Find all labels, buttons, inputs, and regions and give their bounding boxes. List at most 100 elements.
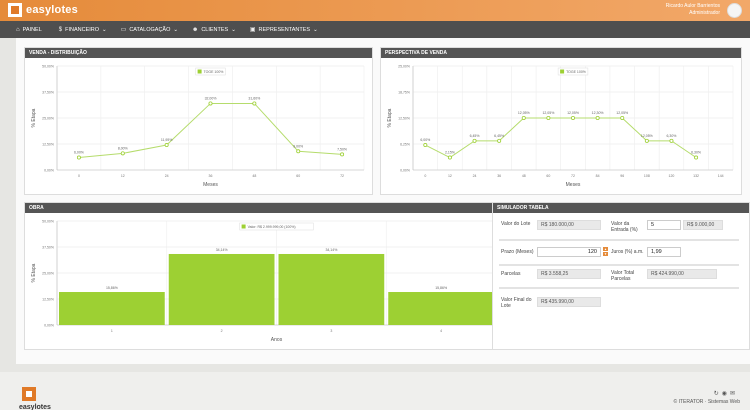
data-point bbox=[164, 143, 169, 148]
avatar[interactable] bbox=[727, 3, 742, 18]
x-tick-label: 12 bbox=[448, 174, 452, 178]
prazo-down-button[interactable]: ▼ bbox=[603, 252, 608, 256]
data-label: 31,60% bbox=[248, 96, 260, 100]
juros-input[interactable]: 1,99 bbox=[647, 247, 681, 257]
juros-label: Juros (%) a.m. bbox=[611, 249, 644, 255]
simulador-panel: SIMULADOR TABELA Valor do Lote R$ 180.00… bbox=[492, 202, 750, 350]
logo-icon bbox=[8, 3, 22, 17]
data-label: 34,14% bbox=[216, 248, 228, 252]
data-label: 6,30% bbox=[666, 134, 676, 138]
y-axis-label: % Etapa bbox=[31, 263, 37, 282]
user-info[interactable]: Ricardo Aulor Barrientos Administrador bbox=[666, 3, 720, 17]
data-point bbox=[252, 101, 257, 106]
y-axis-label: % Etapa bbox=[387, 108, 393, 127]
y-tick-label: 6,25% bbox=[400, 143, 410, 147]
valor-entrada-input[interactable]: 5 bbox=[647, 220, 681, 230]
footer-logo-icon bbox=[22, 387, 36, 401]
data-label: 15,86% bbox=[435, 286, 447, 290]
book-icon: ▭ bbox=[120, 27, 127, 33]
data-point bbox=[546, 116, 551, 121]
x-tick-label: 36 bbox=[497, 174, 501, 178]
x-tick-label: 24 bbox=[473, 174, 477, 178]
nav-item-0[interactable]: ⌂ PAINEL bbox=[16, 27, 45, 33]
y-tick-label: 0,00% bbox=[400, 169, 410, 173]
nav-item-label: FINANCEIRO bbox=[65, 26, 100, 33]
perspectiva-panel: PERSPECTIVA DE VENDA 0,00% 6,25% 12,50% 18,… bbox=[380, 47, 742, 195]
brand-logo[interactable]: easylotes bbox=[8, 3, 78, 17]
data-point bbox=[472, 138, 477, 143]
x-tick-label: 96 bbox=[620, 174, 624, 178]
user-name: Ricardo Aulor Barrientos bbox=[665, 3, 720, 9]
divider bbox=[499, 287, 739, 289]
data-point bbox=[620, 116, 625, 121]
data-label: 7,50% bbox=[337, 147, 347, 151]
x-tick-label: 132 bbox=[693, 174, 699, 178]
valor-total-value: R$ 424.990,00 bbox=[647, 269, 717, 279]
x-tick-label: 24 bbox=[165, 174, 169, 178]
nav-item-2[interactable]: ▭ CATALOGAÇÃO ⌄ bbox=[120, 26, 178, 34]
y-tick-label: 25,00% bbox=[42, 117, 54, 121]
data-point bbox=[120, 151, 125, 156]
valor-final-value: R$ 435.990,00 bbox=[537, 297, 601, 307]
data-point bbox=[340, 152, 345, 157]
nav-item-label: PAINEL bbox=[22, 26, 42, 33]
nav-item-3[interactable]: ☻ CLIENTES ⌄ bbox=[192, 27, 236, 33]
data-label: 32,00% bbox=[205, 96, 217, 100]
x-tick-label: 72 bbox=[340, 174, 344, 178]
nav-item-1[interactable]: $ FINANCEIRO ⌄ bbox=[59, 27, 107, 33]
nav-item-4[interactable]: ▣ REPRESENTANTES ⌄ bbox=[249, 26, 318, 34]
data-point bbox=[76, 155, 81, 160]
data-point bbox=[296, 149, 301, 154]
data-point bbox=[521, 116, 526, 121]
nav-item-label: CATALOGAÇÃO bbox=[129, 26, 171, 33]
prazo-label: Prazo (Meses) bbox=[501, 249, 534, 255]
legend-label: TOGE 100% bbox=[566, 70, 586, 74]
data-label: 6,45% bbox=[494, 134, 504, 138]
x-tick-label: 2 bbox=[221, 329, 223, 333]
prazo-input[interactable]: 120 bbox=[537, 247, 601, 257]
footer-brand: easylotes bbox=[19, 404, 51, 410]
bar bbox=[168, 253, 275, 325]
valor-entrada-label: Valor da Entrada (%) bbox=[611, 221, 638, 233]
data-label: 6,00% bbox=[74, 151, 84, 155]
refresh-icon[interactable]: ↻ bbox=[714, 391, 722, 397]
bar bbox=[59, 292, 165, 325]
y-axis-label: % Etapa bbox=[31, 108, 37, 127]
x-tick-label: 60 bbox=[296, 174, 300, 178]
data-label: 11,95% bbox=[161, 138, 173, 142]
y-tick-label: 50,00% bbox=[42, 65, 54, 69]
data-label: 6,30% bbox=[691, 151, 701, 155]
home-icon: ⌂ bbox=[16, 26, 20, 33]
parcelas-value: R$ 3.558,25 bbox=[537, 269, 601, 279]
data-label: 6,00% bbox=[420, 138, 430, 142]
data-label: 9,00% bbox=[293, 144, 303, 148]
data-point bbox=[644, 138, 649, 143]
obra-chart: 0,00% 12,50% 25,00% 37,50% 50,00% % Etapa Anos… bbox=[31, 220, 497, 343]
x-tick-label: 48 bbox=[252, 174, 256, 178]
y-tick-label: 25,00% bbox=[398, 65, 410, 69]
briefcase-icon: ▣ bbox=[249, 27, 256, 33]
data-label: 12,30% bbox=[592, 111, 604, 115]
github-icon[interactable]: ◉ bbox=[722, 391, 730, 397]
panel-title: PERSPECTIVA DE VENDA bbox=[381, 48, 741, 58]
divider bbox=[499, 264, 739, 266]
users-icon: ☻ bbox=[192, 26, 199, 33]
data-point bbox=[694, 155, 699, 160]
prazo-up-button[interactable]: ▲ bbox=[603, 247, 608, 251]
x-tick-label: 120 bbox=[669, 174, 675, 178]
panel-title: VENDA - DISTRIBUIÇÃO bbox=[25, 48, 372, 58]
brand-name: easylotes bbox=[26, 4, 78, 16]
mail-icon[interactable]: ✉ bbox=[730, 391, 738, 397]
top-bar: easylotes Ricardo Aulor Barrientos Admin… bbox=[0, 0, 750, 21]
y-tick-label: 0,00% bbox=[44, 169, 54, 173]
x-axis-label: Meses bbox=[566, 182, 581, 188]
data-label: 12,05% bbox=[616, 111, 628, 115]
x-axis-label: Anos bbox=[271, 337, 283, 343]
x-tick-label: 0 bbox=[424, 174, 426, 178]
valor-lote-value: R$ 180.000,00 bbox=[537, 220, 601, 230]
x-tick-label: 0 bbox=[78, 174, 80, 178]
y-tick-label: 25,00% bbox=[42, 272, 54, 276]
chevron-down-icon: ⌄ bbox=[231, 26, 236, 33]
valor-total-label: Valor Total Parcelas bbox=[611, 270, 635, 282]
x-tick-label: 48 bbox=[522, 174, 526, 178]
